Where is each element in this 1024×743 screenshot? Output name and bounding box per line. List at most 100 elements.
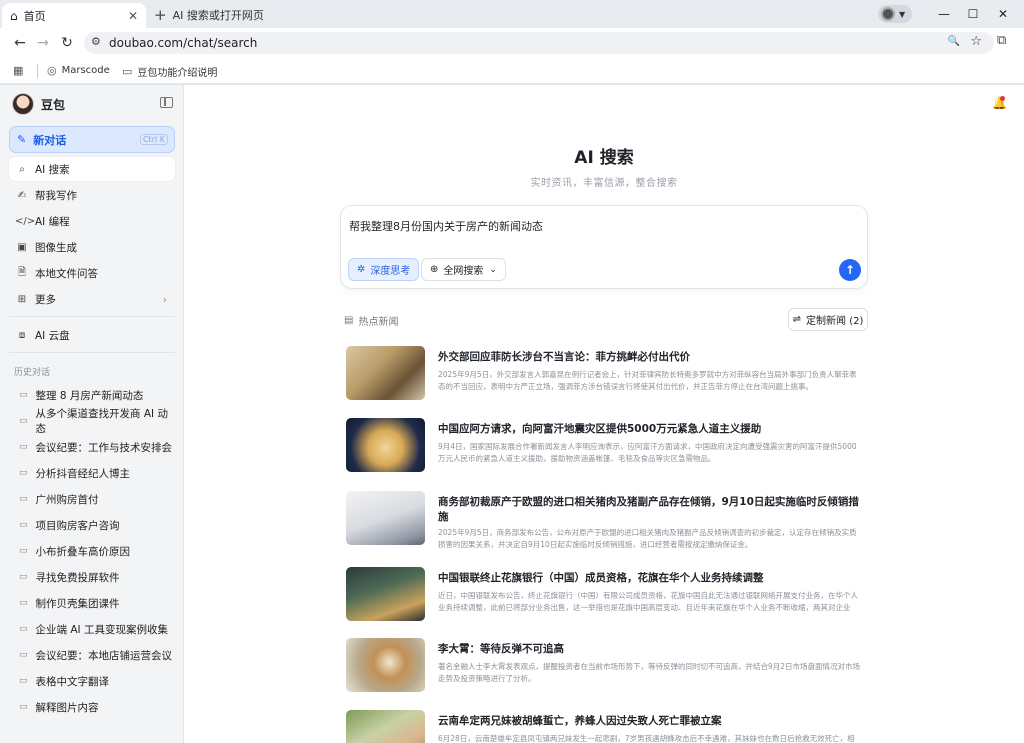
atom-icon: ✲ [357,264,366,275]
sidebar-item-label: AI 搜索 [35,163,70,176]
history-item-label: 整理 8 月房产新闻动态 [35,389,144,402]
sidebar-item-more[interactable]: ⊞ 更多 › [9,287,175,311]
sidebar-item-local-files[interactable]: 🗎 本地文件问答 [9,261,175,285]
news-title[interactable]: 中国银联终止花旗银行（中国）成员资格，花旗在华个人业务持续调整 [438,571,868,586]
news-summary: 2025年9月5日，外交部发言人郭嘉昆在例行记者会上，针对菲律宾防长特奥多罗就中… [438,370,857,391]
image-icon: ▣ [17,241,27,253]
custom-news-button[interactable]: ⇌ 定制新闻 (2) [788,308,868,331]
web-search-dropdown[interactable]: ⊕ 全网搜索 ⌄ [421,258,506,281]
news-item[interactable]: 云南牟定两兄妹被胡蜂蜇亡，养蜂人因过失致人死亡罪被立案 6月28日，云南楚雄牟定… [346,710,866,743]
news-thumbnail [346,710,425,743]
chat-icon: ▭ [19,702,28,712]
notification-dot [1000,96,1005,101]
brand[interactable]: 豆包 [12,93,65,115]
sidebar-item-ai-search[interactable]: ⌕ AI 搜索 [9,157,175,181]
apps-grid-icon[interactable]: ▦ [13,64,28,77]
address-toolbar: ← → ↻ ⚙ doubao.com/chat/search 🔍 ☆ ⧉ [0,28,1024,58]
history-item[interactable]: ▭ 会议纪要：工作与技术安排会 [9,435,175,459]
history-item[interactable]: ▭ 分析抖音经纪人博主 [9,461,175,485]
bookmarks-divider [37,64,38,78]
close-window-button[interactable]: ✕ [988,4,1018,24]
chat-icon: ▭ [19,650,28,660]
news-item[interactable]: 中国应阿方请求，向阿富汗地震灾区提供5000万元紧急人道主义援助 9月4日，国家… [346,418,866,474]
history-item[interactable]: ▭ 表格中文字翻译 [9,669,175,693]
chevron-down-icon: ⌄ [489,264,497,275]
history-item[interactable]: ▭ 从多个渠道查找开发商 AI 动态 [9,408,175,435]
history-item[interactable]: ▭ 小布折叠车高价原因 [9,539,175,563]
send-button[interactable]: ↑ [839,259,861,281]
history-item[interactable]: ▭ 广州购房首付 [9,487,175,511]
back-button[interactable]: ← [10,33,30,53]
sidebar-item-image[interactable]: ▣ 图像生成 [9,235,175,259]
settings-sliders-icon: ⇌ [792,314,802,325]
news-summary: 9月4日，国家国际发展合作署新闻发言人李明应询表示，应阿富汗方面请求，中国政府决… [438,442,857,463]
sidebar-item-label: 本地文件问答 [35,267,98,280]
bookmark-label: 豆包功能介绍说明 [137,68,218,79]
history-item-label: 解释图片内容 [35,701,99,714]
history-item[interactable]: ▭ 企业端 AI 工具变现案例收集 [9,617,175,641]
bookmark-doubao-features[interactable]: ▭ 豆包功能介绍说明 [122,64,217,79]
new-chat-button[interactable]: ✎ 新对话 Ctrl K [9,126,175,153]
deep-think-label: 深度思考 [370,266,411,277]
main-panel: 🔔 AI 搜索 实时资讯，丰富信源，整合搜索 帮我整理8月份国内关于房产的新闻动… [184,85,1024,743]
sidebar-item-cloud[interactable]: ⧈ AI 云盘 [9,323,175,347]
sidebar-item-label: 图像生成 [35,241,77,254]
chat-icon: ▭ [19,598,28,608]
news-title[interactable]: 云南牟定两兄妹被胡蜂蜇亡，养蜂人因过失致人死亡罪被立案 [438,714,868,729]
new-chat-label: 新对话 [33,133,67,147]
close-icon[interactable]: ✕ [128,9,138,23]
new-tab-button[interactable]: + AI 搜索或打开网页 [154,5,264,25]
browser-tab-home[interactable]: ⌂ 首页 ✕ [2,3,146,28]
extensions-icon[interactable]: ⧉ [997,33,1006,48]
history-item[interactable]: ▭ 制作贝壳集团课件 [9,591,175,615]
history-item[interactable]: ▭ 解释图片内容 [9,695,175,719]
history-item[interactable]: ▭ 寻找免费投屏软件 [9,565,175,589]
history-item-label: 会议纪要：工作与技术安排会 [35,441,173,454]
reload-button[interactable]: ↻ [57,33,77,53]
globe-icon: ◎ [47,64,57,77]
chat-icon: ▭ [19,390,28,400]
address-bar[interactable]: ⚙ doubao.com/chat/search 🔍 ☆ [84,32,994,54]
zoom-icon[interactable]: 🔍 [948,36,960,47]
site-settings-icon[interactable]: ⚙ [91,35,101,48]
chevron-down-icon: ▼ [899,9,906,19]
history-item-label: 制作贝壳集团课件 [35,597,120,610]
bookmark-marscode[interactable]: ◎ Marscode [47,64,110,77]
chat-icon: ▭ [19,416,28,426]
plus-icon: + [154,6,167,24]
chat-icon: ▭ [19,546,28,556]
custom-news-label: 定制新闻 (2) [806,316,864,327]
history-item[interactable]: ▭ 会议纪要：本地店铺运营会议 [9,643,175,667]
deep-think-toggle[interactable]: ✲ 深度思考 [348,258,420,281]
forward-button[interactable]: → [33,33,53,53]
news-title[interactable]: 李大霄：等待反弹不可追高 [438,642,868,657]
sidebar-divider [9,316,175,317]
url-text: doubao.com/chat/search [109,36,258,50]
news-item[interactable]: 中国银联终止花旗银行（中国）成员资格，花旗在华个人业务持续调整 近日，中国银联发… [346,567,866,623]
sidebar: 豆包 ✎ 新对话 Ctrl K ⌕ AI 搜索 ✍ 帮我写作 </> AI 编程… [0,85,184,743]
profile-button[interactable]: ▼ [878,5,912,23]
news-item[interactable]: 外交部回应菲防长涉台不当言论：菲方挑衅必付出代价 2025年9月5日，外交部发言… [346,346,866,402]
news-title[interactable]: 外交部回应菲防长涉台不当言论：菲方挑衅必付出代价 [438,350,868,365]
query-input[interactable]: 帮我整理8月份国内关于房产的新闻动态 [349,218,543,234]
history-item[interactable]: ▭ 整理 8 月房产新闻动态 [9,383,175,407]
sidebar-item-writing[interactable]: ✍ 帮我写作 [9,183,175,207]
sidebar-collapse-icon[interactable] [160,97,173,108]
history-item[interactable]: ▭ 项目购房客户咨询 [9,513,175,537]
news-item[interactable]: 商务部初裁原产于欧盟的进口相关猪肉及猪副产品存在倾销，9月10日起实施临时反倾销… [346,491,866,561]
sidebar-item-label: 更多 [35,293,56,306]
sidebar-item-coding[interactable]: </> AI 编程 [9,209,175,233]
news-title[interactable]: 商务部初裁原产于欧盟的进口相关猪肉及猪副产品存在倾销，9月10日起实施临时反倾销… [438,495,868,525]
news-icon: ▤ [344,315,354,326]
news-item[interactable]: 李大霄：等待反弹不可追高 著名金融人士李大霄发表观点，提醒投资者在当前市场形势下… [346,638,866,694]
pen-icon: ✍ [17,189,27,201]
avatar [12,93,34,115]
minimize-button[interactable]: — [929,4,959,24]
bookmark-star-icon[interactable]: ☆ [970,34,982,49]
maximize-button[interactable]: ☐ [958,4,988,24]
news-thumbnail [346,346,425,400]
search-composer[interactable]: 帮我整理8月份国内关于房产的新闻动态 ✲ 深度思考 ⊕ 全网搜索 ⌄ ↑ [340,205,868,289]
chat-icon: ▭ [19,676,28,686]
news-title[interactable]: 中国应阿方请求，向阿富汗地震灾区提供5000万元紧急人道主义援助 [438,422,868,437]
bookmark-label: Marscode [61,65,110,76]
